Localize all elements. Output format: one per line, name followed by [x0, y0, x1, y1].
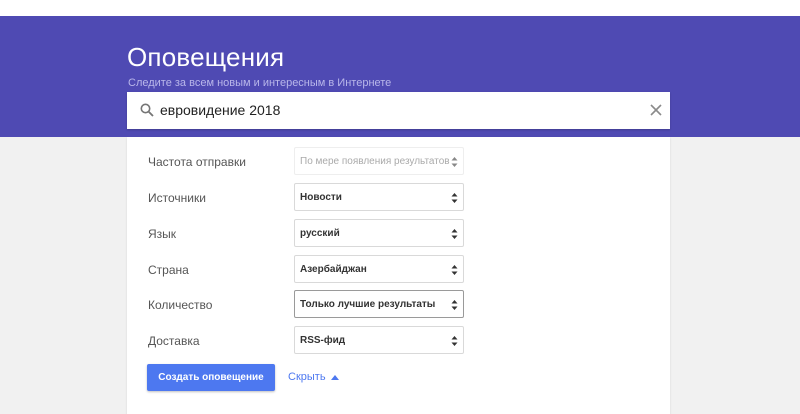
option-label: Источники	[148, 191, 206, 205]
language-select[interactable]: русский	[294, 219, 464, 247]
create-alert-button[interactable]: Создать оповещение	[147, 364, 275, 391]
sources-select[interactable]: Новости	[294, 183, 464, 211]
select-value: RSS-фид	[300, 335, 346, 346]
option-row-country: Страна Азербайджан	[127, 255, 670, 285]
select-value: Новости	[300, 192, 342, 203]
option-label: Количество	[148, 298, 213, 312]
top-strip	[0, 0, 800, 16]
search-input[interactable]: евровидение 2018	[160, 102, 280, 118]
select-arrows-icon	[451, 193, 458, 203]
option-row-language: Язык русский	[127, 219, 670, 249]
quantity-select[interactable]: Только лучшие результаты	[294, 290, 464, 318]
option-row-quantity: Количество Только лучшие результаты	[127, 290, 670, 320]
select-arrows-icon	[451, 229, 458, 239]
select-value: русский	[300, 228, 340, 239]
select-arrows-icon	[451, 336, 458, 346]
country-select[interactable]: Азербайджан	[294, 255, 464, 283]
select-arrows-icon	[451, 300, 458, 310]
frequency-select[interactable]: По мере появления результатов	[294, 147, 464, 175]
delivery-select[interactable]: RSS-фид	[294, 326, 464, 354]
search-icon	[140, 103, 154, 117]
hide-options-link[interactable]: Скрыть	[288, 371, 326, 383]
option-label: Язык	[148, 227, 177, 241]
select-value: По мере появления результатов	[300, 156, 450, 167]
option-row-sources: Источники Новости	[127, 183, 670, 213]
option-label: Частота отправки	[148, 155, 246, 169]
alert-options-panel: Частота отправки По мере появления резул…	[127, 137, 670, 414]
select-value: Азербайджан	[300, 264, 367, 275]
chevron-up-icon[interactable]	[331, 375, 339, 380]
search-box[interactable]: евровидение 2018	[127, 92, 670, 129]
option-label: Доставка	[148, 334, 200, 348]
select-arrows-icon	[451, 157, 458, 167]
page-subtitle: Следите за всем новым и интересным в Инт…	[128, 77, 392, 89]
select-arrows-icon	[451, 265, 458, 275]
close-icon[interactable]	[649, 103, 663, 117]
select-value: Только лучшие результаты	[300, 299, 436, 310]
option-row-delivery: Доставка RSS-фид	[127, 326, 670, 356]
page-title: Оповещения	[127, 42, 285, 72]
option-label: Страна	[148, 263, 189, 277]
option-row-frequency: Частота отправки По мере появления резул…	[127, 147, 670, 177]
